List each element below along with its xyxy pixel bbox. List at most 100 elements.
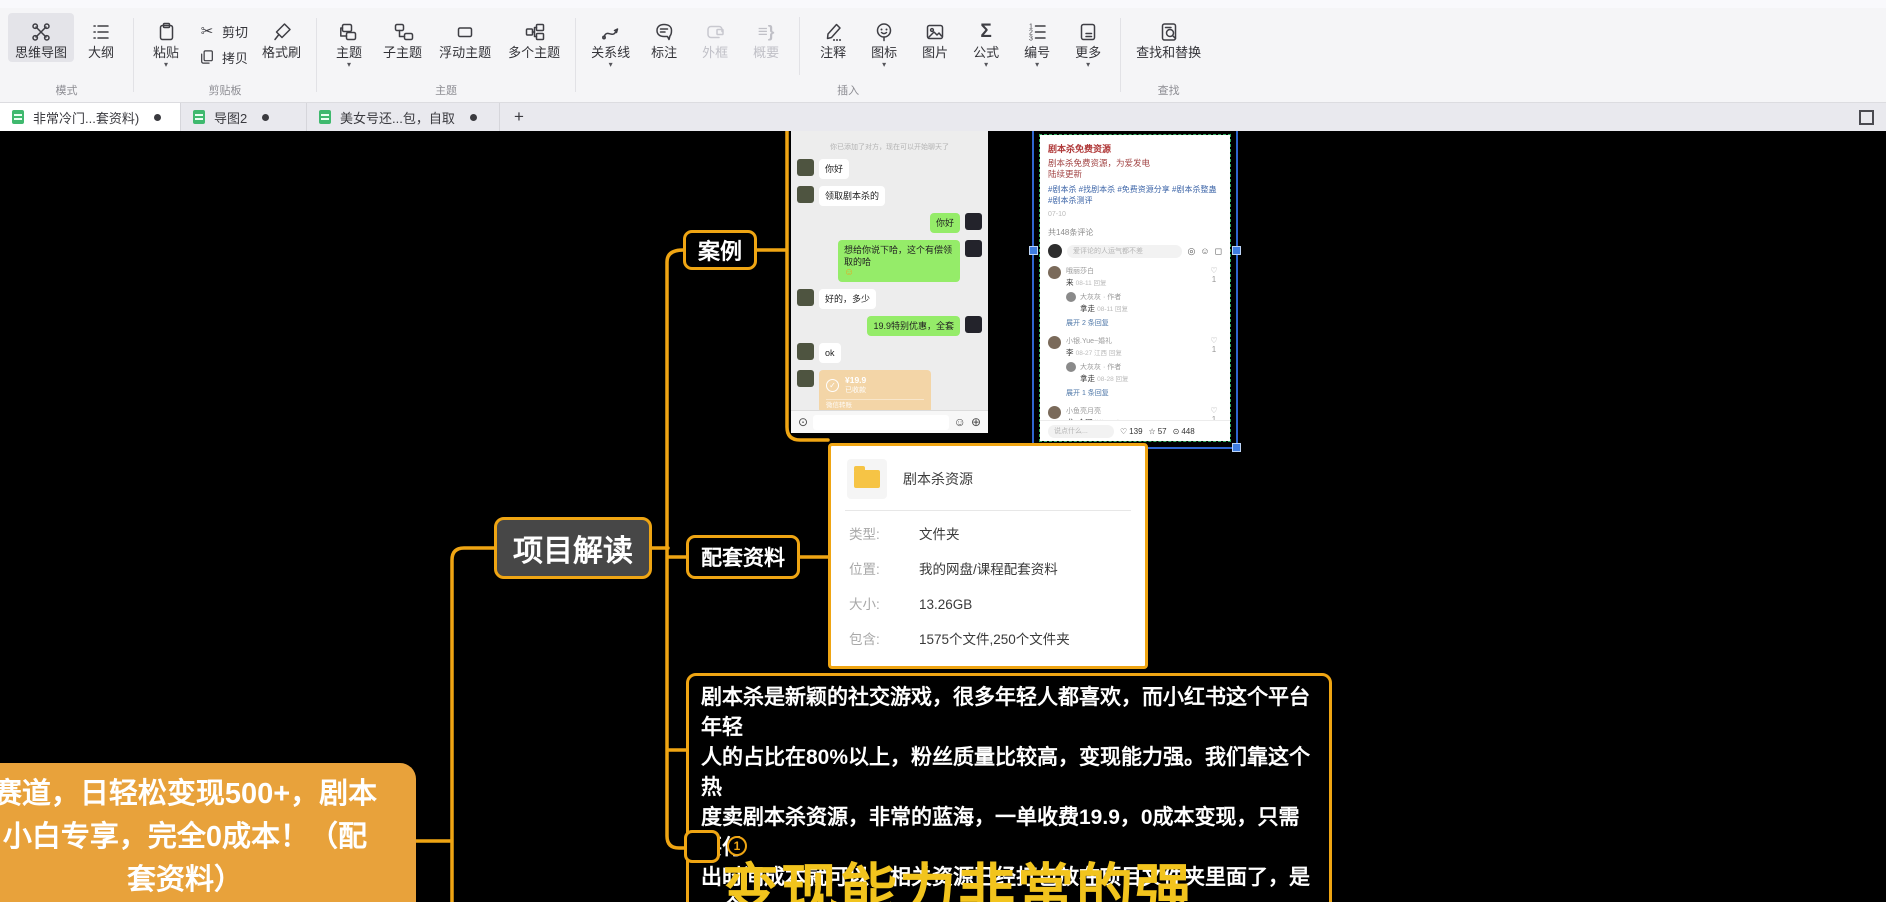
tab-3-title: 美女号还...包，自取 bbox=[340, 108, 455, 127]
boundary-icon bbox=[704, 18, 726, 45]
image-button[interactable]: 图片 bbox=[911, 13, 959, 62]
tab-document-2[interactable]: 导图2 bbox=[181, 103, 307, 131]
selection-handle-left[interactable] bbox=[1029, 246, 1038, 255]
tab-overview-icon[interactable] bbox=[1859, 110, 1874, 125]
copy-button[interactable]: 拷贝 bbox=[197, 47, 248, 67]
mindmap-mode-button[interactable]: 思维导图 bbox=[8, 13, 74, 62]
chevron-down-icon: ▾ bbox=[609, 61, 613, 69]
plus-icon: ⊕ bbox=[971, 415, 981, 429]
outline-mode-button[interactable]: 大纲 bbox=[77, 13, 125, 62]
note-icon bbox=[822, 18, 844, 45]
chat-bubble: 你好 bbox=[930, 213, 960, 233]
topic-node-empty[interactable] bbox=[684, 830, 720, 863]
xiaohongshu-screenshot-selected[interactable]: 剧本杀免费资源 剧本杀免费资源，为爱发电陆续更新 #剧本杀 #找剧本杀 #免费资… bbox=[1032, 131, 1238, 449]
selection-handle-right[interactable] bbox=[1232, 246, 1241, 255]
ribbon-group-mode: 思维导图 大纲 模式 bbox=[0, 8, 133, 102]
group-label-topic: 主题 bbox=[325, 81, 567, 101]
topic-icon bbox=[338, 18, 360, 45]
summary-icon: ≡} bbox=[758, 18, 775, 45]
tab-document-3[interactable]: 美女号还...包，自取 bbox=[307, 103, 500, 131]
check-icon: ✓ bbox=[826, 379, 839, 392]
formula-label: 公式 bbox=[973, 45, 999, 61]
floating-topic-label: 浮动主题 bbox=[439, 45, 491, 61]
file-location-label: 位置: bbox=[849, 559, 919, 581]
heart-icon: ♡ bbox=[1210, 266, 1217, 275]
topic-label: 主题 bbox=[336, 45, 362, 61]
avatar bbox=[1048, 266, 1061, 279]
more-document-icon bbox=[1077, 18, 1099, 45]
paste-button[interactable]: 粘贴 ▾ bbox=[142, 13, 190, 70]
selection-handle-bottom-right[interactable] bbox=[1232, 443, 1241, 452]
topic-node-project[interactable]: 项目解读 bbox=[494, 517, 652, 579]
emoji-icon: ☺ bbox=[954, 415, 966, 429]
ribbon-group-find: 查找和替换 查找 bbox=[1121, 8, 1216, 102]
summary-button[interactable]: ≡} 概要 bbox=[742, 13, 790, 62]
cut-button[interactable]: ✂ 剪切 bbox=[197, 21, 248, 41]
chat-bubble: 你好 bbox=[819, 159, 849, 179]
chevron-down-icon: ▾ bbox=[1035, 61, 1039, 69]
svg-text:3: 3 bbox=[1029, 35, 1033, 42]
xhs-comment: 哦丽莎白 来 08-11 回复 大灰灰 · 作者 拿走 08-11 回复 展开 … bbox=[1048, 266, 1222, 328]
tab-document-1[interactable]: 非常冷门...套资料) bbox=[0, 103, 181, 131]
chat-bubble: 想给你说下哈，这个有偿领取的哈☺ bbox=[838, 240, 960, 282]
floating-topic-icon bbox=[454, 18, 476, 45]
expand-replies-link: 展开 1 条回复 bbox=[1066, 388, 1201, 398]
note-button[interactable]: 注释 bbox=[809, 13, 857, 62]
group-label-clipboard: 剪贴板 bbox=[142, 81, 308, 101]
ribbon-group-insert: 关系线 ▾ 标注 外框 ≡} 概要 bbox=[576, 8, 1120, 102]
wechat-transfer-card: ✓ ¥19.9已收款 微信转账 bbox=[819, 370, 931, 413]
file-attachment-card[interactable]: 剧本杀资源 类型: 文件夹 位置: 我的网盘/课程配套资料 大小: 13.26G… bbox=[828, 443, 1148, 669]
at-icon: ◎ bbox=[1187, 246, 1195, 257]
root-topic-node[interactable]: 赛道，日轻松变现500+，剧本 小白专享，完全0成本！（配 套资料） bbox=[0, 763, 416, 902]
find-replace-button[interactable]: 查找和替换 bbox=[1129, 13, 1208, 62]
avatar bbox=[965, 240, 982, 257]
chevron-down-icon: ▾ bbox=[984, 61, 988, 69]
star-icon: ☆ bbox=[1149, 427, 1156, 436]
more-insert-button[interactable]: 更多 ▾ bbox=[1064, 13, 1112, 70]
formula-button[interactable]: Σ 公式 ▾ bbox=[962, 13, 1010, 70]
callout-label: 标注 bbox=[651, 45, 677, 61]
subtopic-button[interactable]: 子主题 bbox=[376, 13, 429, 62]
xhs-note-title: 剧本杀免费资源 bbox=[1048, 142, 1222, 155]
avatar bbox=[797, 186, 814, 203]
avatar bbox=[965, 316, 982, 333]
file-size-value: 13.26GB bbox=[919, 594, 972, 616]
relationship-line-icon bbox=[600, 18, 622, 45]
chevron-down-icon: ▾ bbox=[347, 61, 351, 69]
xhs-note-body: 剧本杀免费资源，为爱发电陆续更新 bbox=[1048, 158, 1222, 180]
xiaohongshu-screenshot: 剧本杀免费资源 剧本杀免费资源，为爱发电陆续更新 #剧本杀 #找剧本杀 #免费资… bbox=[1040, 135, 1230, 441]
boundary-button[interactable]: 外框 bbox=[691, 13, 739, 62]
numbering-icon: 123 bbox=[1026, 18, 1048, 45]
document-icon bbox=[319, 110, 331, 124]
find-replace-icon bbox=[1158, 18, 1180, 45]
multiple-topics-button[interactable]: 多个主题 bbox=[501, 13, 567, 62]
chat-text-field bbox=[813, 415, 949, 430]
topic-node-case[interactable]: 案例 bbox=[683, 230, 757, 270]
new-tab-button[interactable]: + bbox=[500, 103, 538, 131]
topic-button[interactable]: 主题 ▾ bbox=[325, 13, 373, 70]
wechat-chat-screenshot[interactable]: 你已添加了对方，现在可以开始聊天了 你好 领取剧本杀的 你好 想给你说下哈，这个… bbox=[791, 131, 988, 433]
big-heading-text[interactable]: 变现能力非常的强 bbox=[722, 845, 1194, 902]
numbering-button[interactable]: 123 编号 ▾ bbox=[1013, 13, 1061, 70]
floating-topic-button[interactable]: 浮动主题 bbox=[432, 13, 498, 62]
xhs-footer-bar: 说点什么... ♡139 ☆57 ⊙448 bbox=[1040, 420, 1230, 441]
file-type-label: 类型: bbox=[849, 524, 919, 546]
summary-label: 概要 bbox=[753, 45, 779, 61]
multiple-topics-icon bbox=[523, 18, 545, 45]
window-titlebar bbox=[0, 0, 1886, 8]
paste-label: 粘贴 bbox=[153, 45, 179, 61]
file-contains-value: 1575个文件,250个文件夹 bbox=[919, 629, 1070, 651]
relationship-line-button[interactable]: 关系线 ▾ bbox=[584, 13, 637, 70]
tab-2-title: 导图2 bbox=[214, 108, 247, 127]
document-icon bbox=[12, 110, 24, 124]
callout-button[interactable]: 标注 bbox=[640, 13, 688, 62]
multiple-topics-label: 多个主题 bbox=[508, 45, 560, 61]
mindmap-canvas[interactable]: 你已添加了对方，现在可以开始聊天了 你好 领取剧本杀的 你好 想给你说下哈，这个… bbox=[0, 131, 1886, 902]
icon-marker-button[interactable]: 图标 ▾ bbox=[860, 13, 908, 70]
chat-bubble: 领取剧本杀的 bbox=[819, 186, 885, 206]
format-painter-button[interactable]: 格式刷 bbox=[255, 13, 308, 62]
chat-system-message: 你已添加了对方，现在可以开始聊天了 bbox=[791, 142, 988, 152]
comment-icon: ⊙ bbox=[1173, 427, 1180, 436]
numbering-label: 编号 bbox=[1024, 45, 1050, 61]
topic-node-materials[interactable]: 配套资料 bbox=[686, 535, 800, 579]
